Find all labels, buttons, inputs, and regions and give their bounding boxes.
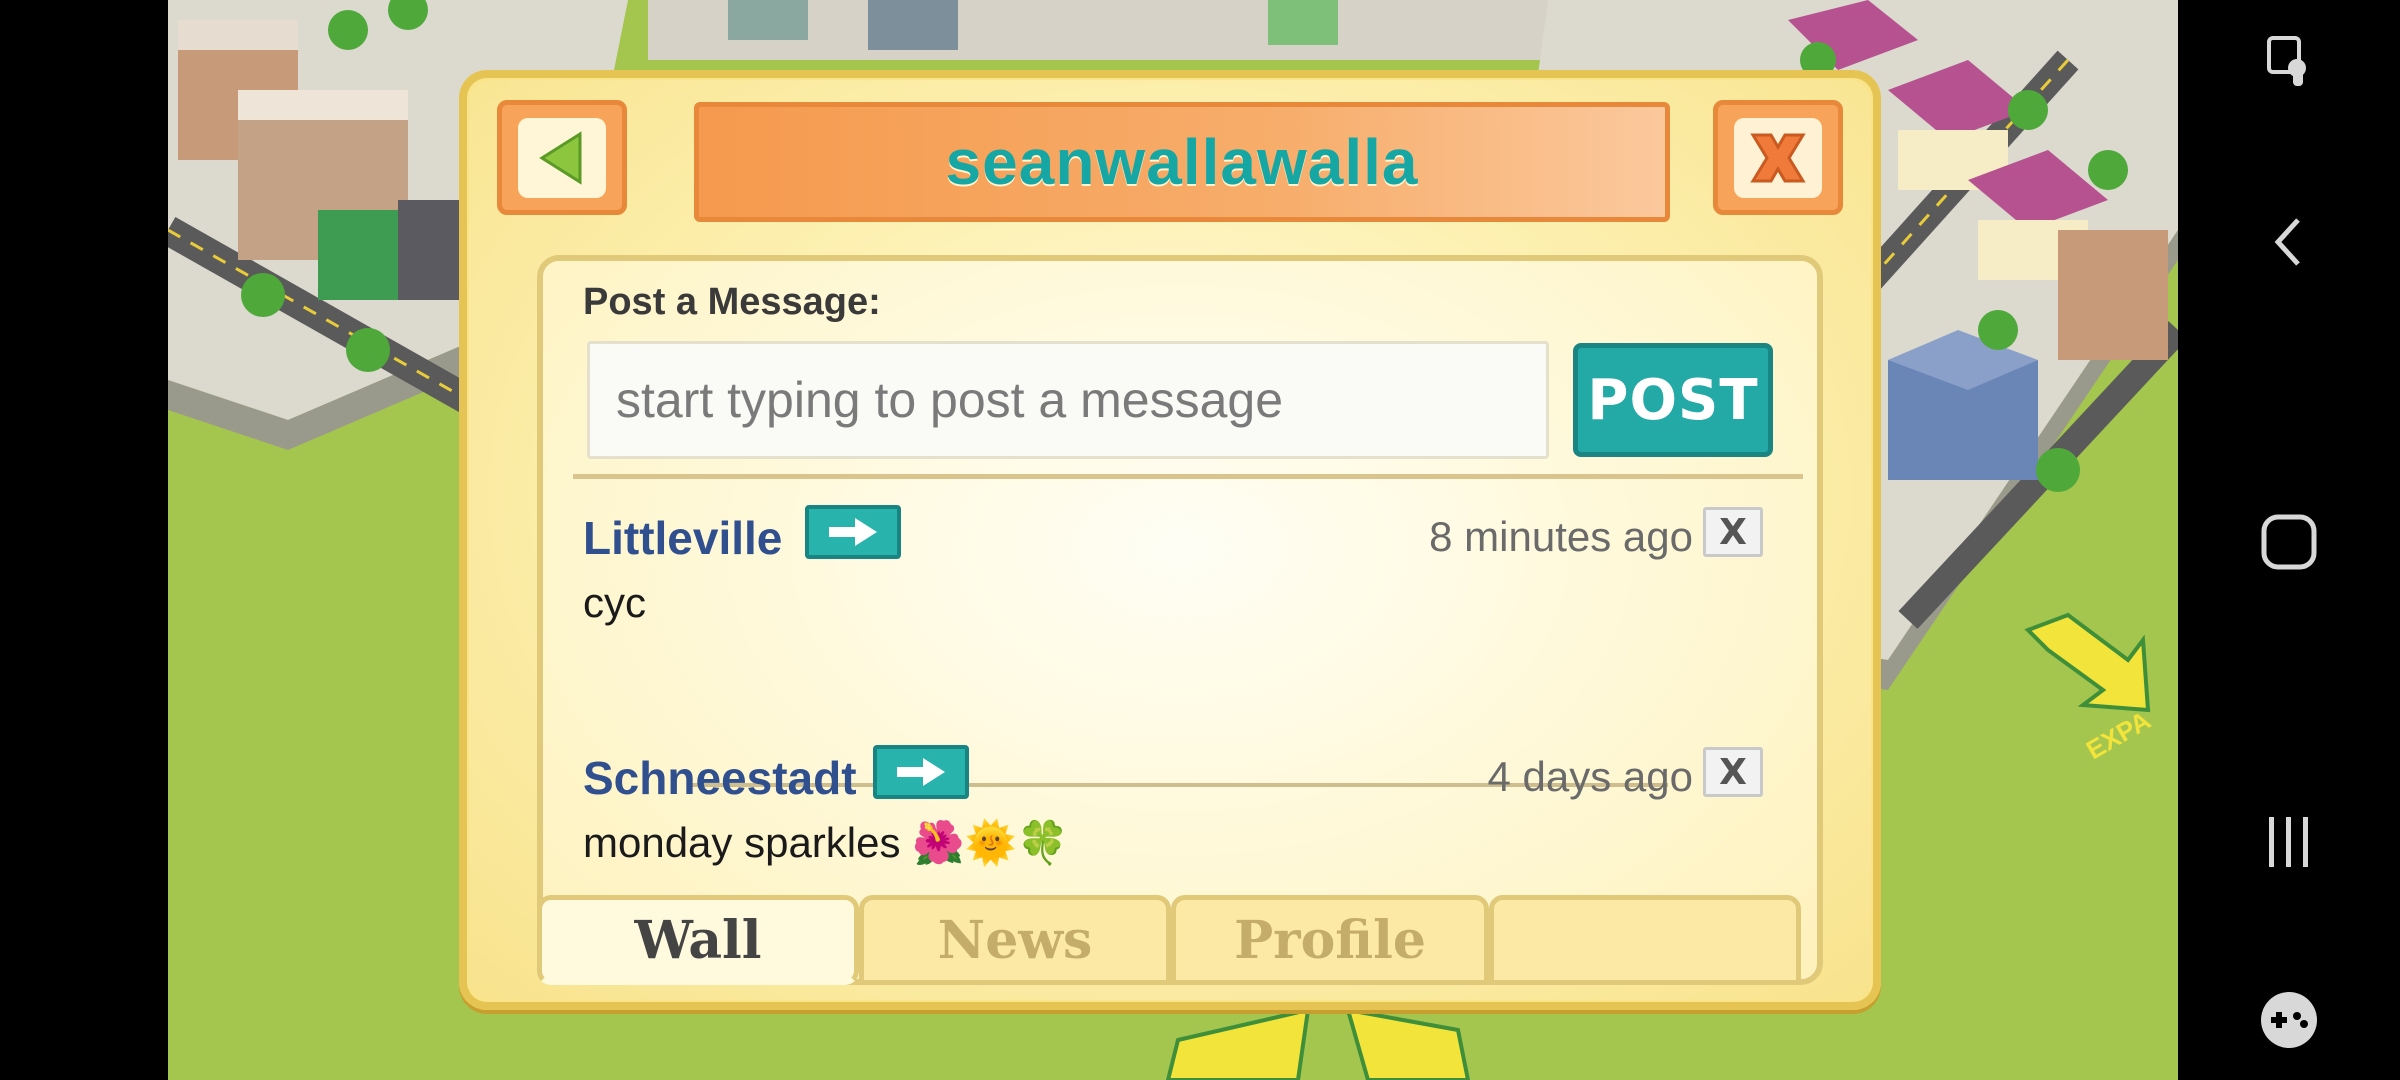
system-navigation-bar	[2178, 0, 2400, 1080]
message-author[interactable]: Littleville	[583, 511, 782, 565]
wall-panel: Post a Message: POST Littleville 8 minut…	[537, 255, 1823, 985]
game-controller-icon[interactable]	[2178, 960, 2400, 1080]
divider	[573, 474, 1803, 479]
tab-profile[interactable]: Profile	[1171, 895, 1489, 985]
screen-lock-icon[interactable]	[2178, 0, 2400, 120]
back-icon[interactable]	[2178, 182, 2400, 302]
close-x-icon	[1750, 133, 1806, 182]
close-button[interactable]	[1713, 100, 1843, 215]
tab-news[interactable]: News	[859, 895, 1171, 985]
recents-icon[interactable]	[2178, 782, 2400, 902]
dialog-background: seanwallawalla Post a Message: POST Litt…	[469, 80, 1871, 1000]
tab-empty[interactable]	[1489, 895, 1801, 985]
tab-wall[interactable]: Wall	[537, 895, 859, 985]
message-timestamp: 4 days ago	[1487, 753, 1694, 800]
delete-message-button[interactable]: X	[1703, 507, 1763, 557]
back-button[interactable]	[497, 100, 627, 215]
visit-city-button[interactable]	[805, 505, 901, 559]
message-input[interactable]	[587, 341, 1549, 459]
right-arrow-icon	[897, 758, 945, 786]
message-timestamp: 8 minutes ago	[1429, 513, 1693, 560]
right-arrow-icon	[829, 518, 877, 546]
profile-wall-dialog: seanwallawalla Post a Message: POST Litt…	[459, 70, 1881, 1010]
message-text: monday sparkles 🌺🌞🍀	[583, 819, 1070, 866]
home-icon[interactable]	[2178, 482, 2400, 602]
message-author[interactable]: Schneestadt	[583, 751, 857, 805]
left-triangle-icon	[539, 130, 582, 185]
post-message-label: Post a Message:	[583, 281, 881, 323]
tab-bar: Wall News Profile	[537, 895, 1823, 990]
delete-message-button[interactable]: X	[1703, 747, 1763, 797]
message-text: cyc	[583, 579, 646, 626]
wall-message: Littleville 8 minutes ago X cyc	[583, 505, 1793, 701]
visit-city-button[interactable]	[873, 745, 969, 799]
dialog-title: seanwallawalla	[945, 126, 1419, 198]
post-button[interactable]: POST	[1573, 343, 1773, 457]
title-bar: seanwallawalla	[694, 102, 1670, 222]
